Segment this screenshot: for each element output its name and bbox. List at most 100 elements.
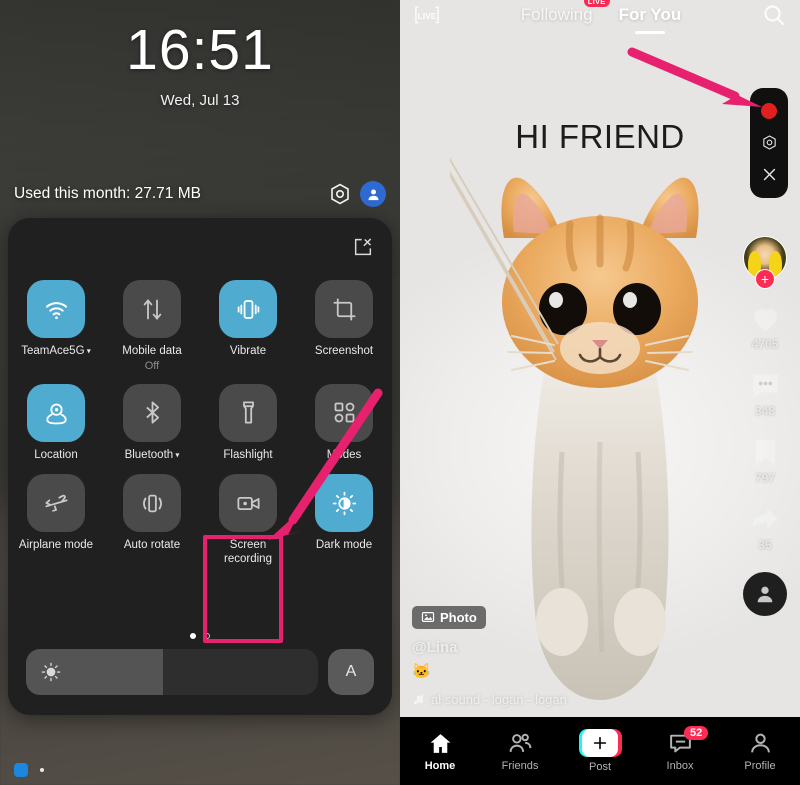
- tile-label-vibrate: Vibrate: [229, 345, 267, 357]
- friends-icon: [509, 733, 531, 752]
- nav-label-post: Post: [588, 761, 611, 773]
- tile-flashlight[interactable]: Flashlight: [200, 383, 296, 463]
- bookmark-action[interactable]: 797: [749, 436, 782, 485]
- nav-item-home[interactable]: Home: [400, 731, 480, 772]
- tile-wifi[interactable]: TeamAce5G ▾: [8, 280, 104, 372]
- tile-screenshot[interactable]: Screenshot: [296, 280, 392, 372]
- caption-username[interactable]: @Lina: [412, 639, 712, 656]
- share-action[interactable]: 35: [749, 503, 782, 552]
- bookmark-count: 797: [754, 471, 776, 485]
- quick-settings-page-dots[interactable]: [8, 633, 392, 639]
- home-icon: [430, 733, 450, 753]
- tile-label-screenshot: Screenshot: [314, 345, 374, 357]
- android-quick-settings-panel: 16:51 Wed, Jul 13 Used this month: 27.71…: [0, 0, 400, 785]
- tile-modes[interactable]: Modes: [296, 383, 392, 463]
- following-live-badge: LIVE: [583, 0, 610, 7]
- photo-badge[interactable]: Photo: [412, 605, 486, 629]
- plus-icon: [593, 736, 607, 750]
- page-dot-1[interactable]: [190, 633, 196, 639]
- tile-vibrate[interactable]: Vibrate: [200, 280, 296, 372]
- comment-icon: [752, 374, 778, 398]
- spinning-profile-icon[interactable]: [743, 572, 787, 616]
- data-usage-text: Used this month: 27.71 MB: [14, 185, 201, 202]
- share-arrow-icon: [752, 508, 778, 530]
- svg-text:LIVE: LIVE: [418, 11, 437, 21]
- post-button[interactable]: [578, 729, 622, 757]
- tile-location[interactable]: Location: [8, 383, 104, 463]
- bluetooth-icon[interactable]: [123, 383, 181, 442]
- music-note-icon: [413, 695, 424, 705]
- tile-screen-recording[interactable]: Screen recording: [200, 474, 296, 566]
- hexagon-gear-icon[interactable]: [328, 182, 352, 206]
- nav-item-inbox[interactable]: 52 Inbox: [640, 725, 720, 772]
- tile-label-mobile-data: Mobile data: [122, 345, 182, 357]
- tile-auto-rotate[interactable]: Auto rotate: [104, 474, 200, 566]
- screenshot-crop-icon[interactable]: [315, 280, 373, 338]
- close-x-icon[interactable]: [761, 166, 778, 183]
- brightness-slider[interactable]: [26, 649, 318, 695]
- nav-item-post[interactable]: Post: [560, 729, 640, 773]
- nav-item-profile[interactable]: Profile: [720, 731, 800, 772]
- tile-mobile-data[interactable]: Mobile data Off: [104, 280, 200, 372]
- tiktok-panel: HI FRIEND LIVE Following LIVE For You + …: [400, 0, 800, 785]
- wifi-icon[interactable]: [27, 280, 85, 338]
- brightness-sun-icon: [41, 662, 61, 682]
- modes-grid-icon[interactable]: [315, 383, 373, 442]
- tile-airplane-mode[interactable]: Airplane mode: [8, 474, 104, 566]
- brightness-row: A: [26, 649, 374, 695]
- recorder-settings-icon[interactable]: [761, 134, 778, 151]
- dark-mode-icon[interactable]: [315, 474, 373, 533]
- bookmark-icon: [755, 440, 775, 465]
- nav-item-friends[interactable]: Friends: [480, 731, 560, 772]
- share-count: 35: [758, 538, 772, 552]
- tile-label-airplane-mode: Airplane mode: [18, 539, 94, 552]
- flashlight-icon[interactable]: [219, 383, 277, 442]
- tray-app-icon[interactable]: [14, 763, 28, 777]
- caption-music-row[interactable]: al sound - logan - logan: [412, 692, 712, 707]
- nav-label-profile: Profile: [744, 759, 776, 772]
- tile-label-flashlight: Flashlight: [223, 448, 273, 461]
- auto-brightness-button[interactable]: A: [328, 649, 374, 695]
- tile-label-auto-rotate: Auto rotate: [123, 539, 181, 552]
- heart-icon: [754, 308, 777, 331]
- data-usage-row: Used this month: 27.71 MB: [0, 178, 400, 210]
- page-dot-2[interactable]: [204, 633, 210, 639]
- live-icon[interactable]: LIVE: [414, 5, 440, 25]
- tile-label-dark-mode: Dark mode: [315, 539, 373, 552]
- creator-avatar[interactable]: +: [743, 236, 787, 289]
- auto-rotate-icon[interactable]: [123, 474, 181, 533]
- airplane-icon[interactable]: [27, 474, 85, 533]
- screen-recorder-widget[interactable]: [750, 88, 788, 198]
- tiktok-feed-tabs: Following LIVE For You: [440, 0, 762, 25]
- like-count: 4705: [751, 337, 779, 351]
- tile-dark-mode[interactable]: Dark mode: [296, 474, 392, 566]
- screenshot-root: 16:51 Wed, Jul 13 Used this month: 27.71…: [0, 0, 800, 785]
- comment-action[interactable]: 348: [749, 369, 782, 418]
- tab-for-you[interactable]: For You: [619, 5, 682, 25]
- photo-icon: [421, 612, 435, 622]
- search-icon[interactable]: [762, 3, 786, 27]
- tab-following[interactable]: Following LIVE: [521, 0, 610, 25]
- tile-label-bluetooth: Bluetooth: [124, 448, 174, 461]
- edit-pencil-icon[interactable]: [352, 236, 374, 258]
- tray-indicator-dot: [40, 768, 44, 772]
- lockscreen-date: Wed, Jul 13: [160, 92, 240, 109]
- vibrate-icon[interactable]: [219, 280, 277, 338]
- nav-label-friends: Friends: [501, 759, 539, 772]
- post-button-white-layer: [582, 729, 618, 757]
- screen-record-icon[interactable]: [219, 474, 277, 533]
- like-action[interactable]: 4705: [749, 302, 782, 351]
- record-dot-icon[interactable]: [761, 103, 777, 120]
- quick-settings-tile-grid: TeamAce5G ▾ Mobile data Off Vibrate Scre…: [8, 280, 392, 566]
- mobile-data-icon[interactable]: [123, 280, 181, 338]
- tiktok-action-rail: + 4705 348 797 35: [738, 236, 792, 616]
- comment-count: 348: [754, 404, 776, 418]
- tile-label-screen-recording: Screen recording: [224, 539, 272, 565]
- photo-badge-label: Photo: [440, 609, 477, 625]
- tiktok-bottom-nav: Home Friends Post 52 Inbox Profile: [400, 717, 800, 785]
- user-avatar-icon[interactable]: [360, 181, 386, 207]
- follow-button[interactable]: +: [755, 269, 775, 289]
- tile-bluetooth[interactable]: Bluetooth ▾: [104, 383, 200, 463]
- location-pin-icon[interactable]: [27, 383, 85, 442]
- nav-label-home: Home: [424, 759, 456, 772]
